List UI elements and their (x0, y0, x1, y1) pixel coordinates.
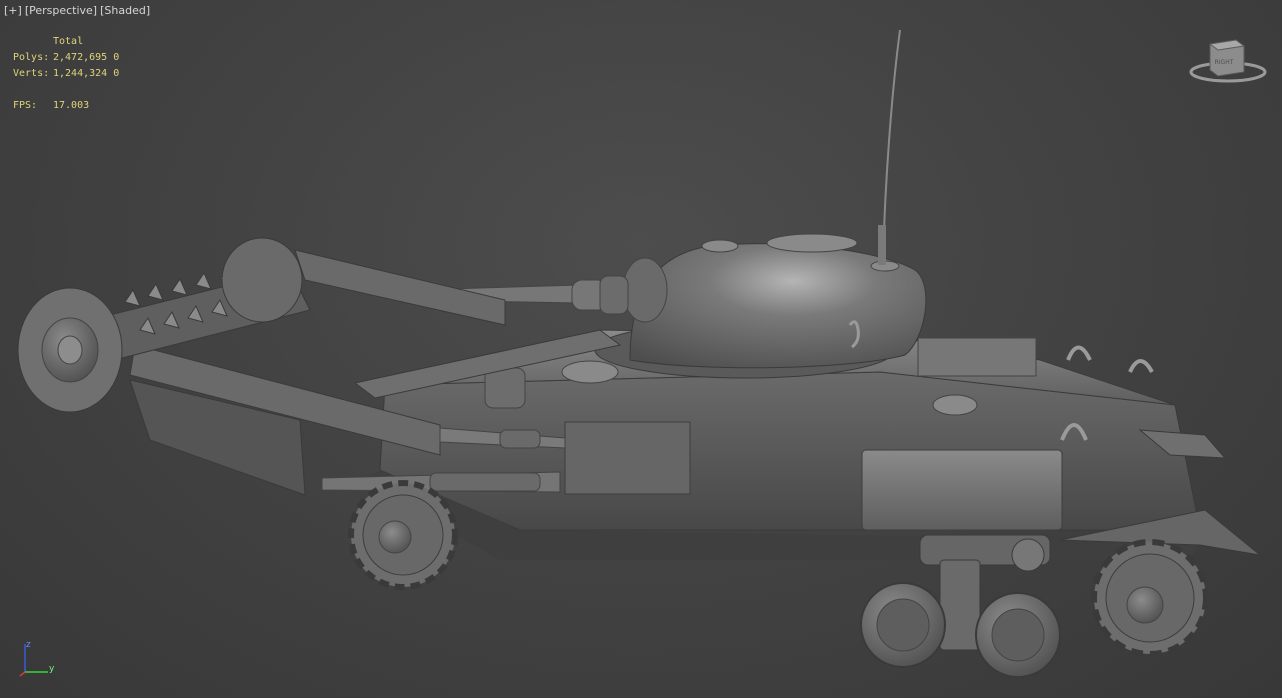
tank-model[interactable] (0, 0, 1282, 698)
axis-tripod-icon: z y (18, 638, 60, 680)
viewcube[interactable]: RIGHT (1188, 34, 1268, 88)
antenna-mount (878, 225, 886, 265)
sprocket-front (1091, 539, 1209, 657)
axis-x-line (19, 671, 26, 677)
viewport-perspective[interactable]: [+] [Perspective] [Shaded] Total Polys: 2,4… (0, 0, 1282, 698)
sprocket-rear (348, 480, 458, 590)
axis-y-label: y (49, 664, 55, 674)
turret (594, 233, 927, 379)
viewcube-face-label: RIGHT (1215, 59, 1234, 66)
axis-z-label: z (26, 640, 31, 650)
